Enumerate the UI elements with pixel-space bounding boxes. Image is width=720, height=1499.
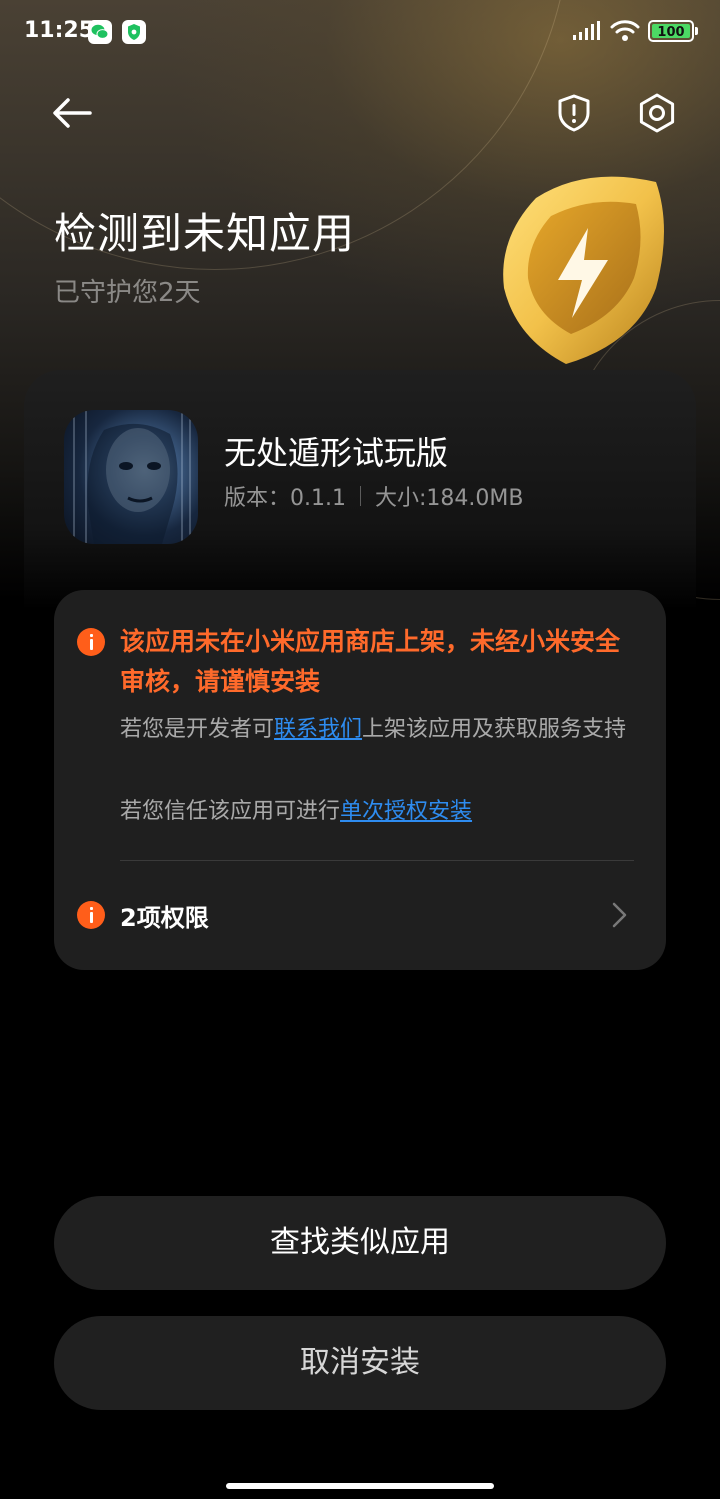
app-version: 版本：0.1.1 (224, 486, 346, 511)
trust-note: 若您信任该应用可进行单次授权安装 (120, 796, 640, 828)
permissions-row[interactable]: 2项权限 (54, 880, 666, 950)
permissions-warning-icon (77, 901, 105, 929)
wechat-icon (88, 20, 112, 44)
shield-app-icon (122, 20, 146, 44)
battery-percent: 100 (657, 25, 685, 40)
warning-icon (77, 628, 105, 656)
page-subtitle: 已守护您2天 (54, 278, 201, 308)
status-bar: 11:25 100 (0, 0, 720, 64)
developer-note: 若您是开发者可联系我们上架该应用及获取服务支持 (120, 714, 640, 746)
shield-badge-illustration (496, 168, 676, 368)
app-name: 无处遁形试玩版 (224, 434, 449, 472)
battery-level: 100 (652, 24, 690, 40)
page-title: 检测到未知应用 (54, 209, 356, 258)
cancel-install-button[interactable]: 取消安装 (54, 1316, 666, 1410)
settings-icon (639, 93, 675, 133)
arrow-left-icon (53, 98, 92, 128)
status-time: 11:25 (24, 18, 95, 43)
battery-tip (695, 27, 698, 35)
meta-divider (359, 486, 361, 506)
chevron-right-icon (612, 902, 627, 928)
signal-icon (572, 20, 602, 46)
settings-button[interactable] (632, 88, 682, 138)
back-button[interactable] (44, 88, 100, 138)
app-icon (64, 410, 198, 544)
developer-note-suffix: 上架该应用及获取服务支持 (362, 717, 627, 742)
shield-alert-button[interactable] (550, 88, 598, 138)
trust-note-prefix: 若您信任该应用可进行 (120, 799, 341, 824)
contact-us-link[interactable]: 联系我们 (274, 717, 362, 742)
card-divider (120, 860, 634, 861)
shield-alert-icon (558, 94, 590, 132)
permissions-label: 2项权限 (120, 904, 209, 932)
wifi-icon (610, 18, 640, 48)
single-authorization-install-link[interactable]: 单次授权安装 (340, 799, 472, 824)
home-indicator[interactable] (226, 1483, 494, 1489)
developer-note-prefix: 若您是开发者可 (120, 717, 275, 742)
warning-title: 该应用未在小米应用商店上架，未经小米安全审核，请谨慎安装 (120, 627, 621, 696)
app-size: 大小:184.0MB (374, 486, 524, 511)
find-similar-apps-button[interactable]: 查找类似应用 (54, 1196, 666, 1290)
battery-icon: 100 (648, 20, 694, 42)
app-meta: 版本：0.1.1 大小:184.0MB (224, 480, 523, 512)
